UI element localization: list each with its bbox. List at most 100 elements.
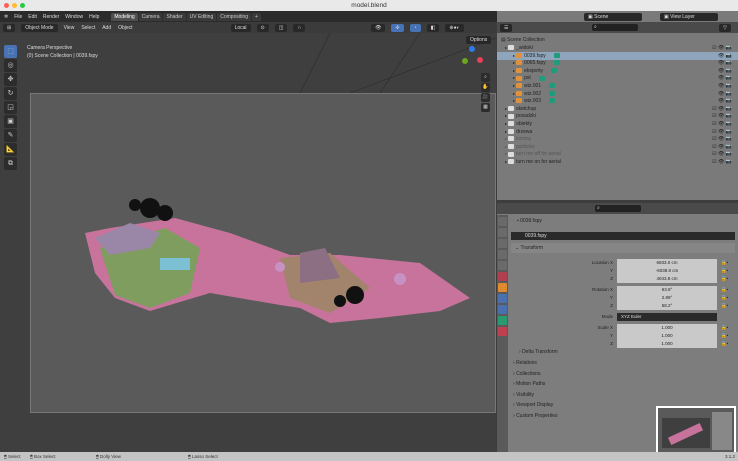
lock-icon[interactable]: 🔓• [721,294,728,302]
gizmo-toggle[interactable]: ✣ [391,23,404,32]
cursor-icon[interactable]: ◎ [4,59,17,72]
visibility-toggles[interactable]: ☑ 👁 📷 [712,158,732,166]
workspace-tab[interactable]: Camera [138,12,163,21]
outliner-item[interactable]: ▸ turn me on for aerial ☑ 👁 📷 [497,158,738,166]
render-tab-icon[interactable] [498,228,507,237]
lock-icon[interactable]: 🔓• [721,286,728,294]
lock-icon[interactable]: 🔓• [721,332,728,340]
output-tab-icon[interactable] [498,239,507,248]
options-dropdown[interactable]: Options [466,36,492,44]
outliner-root[interactable]: ▤ Scene Collection [497,36,738,44]
annotate-icon[interactable]: ✎ [4,129,17,142]
transform-icon[interactable]: ▣ [4,115,17,128]
rotate-icon[interactable]: ↻ [4,87,17,100]
viewport-menu-add[interactable]: Add [102,25,111,31]
xray-toggle[interactable]: ◧ [426,23,440,32]
proportional-edit-toggle[interactable]: ∩ [293,23,306,32]
panel-custom-properties[interactable]: › Custom Properties [513,413,557,419]
physics-tab-icon[interactable] [498,305,507,314]
location-z-field[interactable]: 4043.8 cm [617,275,717,283]
location-x-field[interactable]: 6933.0 cm [617,259,717,267]
object-data-tab-icon[interactable] [498,316,507,325]
blender-logo-icon[interactable]: ✲ [4,14,8,20]
panel-motion-paths[interactable]: › Motion Paths [513,381,545,387]
modifiers-tab-icon[interactable] [498,294,507,303]
pan-hand-icon[interactable]: ✋ [481,83,490,92]
lock-icon[interactable]: 🔓• [721,340,728,348]
measure-icon[interactable]: 📐 [4,143,17,156]
object-name-field[interactable]: 0039.fspy [511,232,735,240]
scene-selector[interactable]: ▣ Scene [584,13,642,21]
lock-icon[interactable]: 🔓• [721,275,728,283]
move-icon[interactable]: ✥ [4,73,17,86]
panel-collections[interactable]: › Collections [513,371,541,377]
workspace-tab[interactable]: Compositing [217,12,252,21]
filter-button[interactable]: ▽ [719,24,731,32]
orientation-dropdown[interactable]: Local [230,23,251,32]
menu-edit[interactable]: Edit [28,14,37,20]
collection-icon [508,151,515,157]
pivot-dropdown[interactable]: ⊙ [256,23,269,32]
menu-help[interactable]: Help [89,14,99,20]
select-box-icon[interactable]: ⬚ [4,45,17,58]
screenshot-thumbnail[interactable] [656,406,736,454]
scene-tab-icon[interactable] [498,261,507,270]
world-tab-icon[interactable] [498,272,507,281]
location-y-label: Y [609,268,613,273]
visibility-dropdown[interactable]: 👁 [371,23,386,32]
editor-type-button[interactable]: ⊞ [3,23,16,32]
workspace-tab[interactable]: Shader [163,12,186,21]
scale-x-field[interactable]: 1.000 [617,324,717,332]
minimize-window-button[interactable] [12,3,17,8]
rotation-z-field[interactable]: 58.2° [617,302,717,310]
rotation-y-field[interactable]: 2.89° [617,294,717,302]
panel-relations[interactable]: › Relations [513,360,537,366]
menu-render[interactable]: Render [43,14,59,20]
maximize-window-button[interactable] [20,3,25,8]
panel-delta-transform[interactable]: › Delta Transform [519,349,558,355]
snap-toggle[interactable]: ◫ [274,23,288,32]
shading-modes[interactable]: ⊕●◐ [445,23,464,32]
lock-icon[interactable]: 🔓• [721,302,728,310]
panel-title: Motion Paths [516,381,546,387]
view-layer-selector[interactable]: ▣ View Layer [660,13,718,21]
3d-viewport[interactable]: Camera Perspective (0) Scene Collection … [0,33,496,452]
collection-icon [508,105,515,111]
display-mode-button[interactable]: ☰ [500,24,513,32]
outliner-search-input[interactable]: ⌕ [592,24,638,31]
viewport-menu-object[interactable]: Object [118,25,132,31]
panel-visibility[interactable]: › Visibility [513,392,534,398]
grid-projection-icon[interactable]: ▦ [481,103,490,112]
viewport-menu-select[interactable]: Select [81,25,95,31]
texture-tab-icon[interactable] [498,327,507,336]
active-object-label: (0) Scene Collection | 0039.fspy [27,53,98,59]
viewport-menu-view[interactable]: View [64,25,75,31]
mode-dropdown[interactable]: Object Mode [21,23,58,32]
object-tab-icon[interactable] [498,283,507,292]
workspace-tab[interactable]: UV Editing [186,12,217,21]
rotation-mode-dropdown[interactable]: XYZ Euler [617,313,717,321]
panel-viewport-display[interactable]: › Viewport Display [513,402,553,408]
scale-y-field[interactable]: 1.000 [617,332,717,340]
camera-view-icon[interactable]: 🎥 [481,93,490,102]
lock-icon[interactable]: 🔓• [721,259,728,267]
zoom-icon[interactable]: ⌕ [481,73,490,82]
workspace-tab[interactable]: Modeling [111,12,138,21]
add-cube-icon[interactable]: ⧉ [4,157,17,170]
lock-icon[interactable]: 🔓• [721,267,728,275]
workspace-tab[interactable]: + [252,12,261,21]
menu-file[interactable]: File [14,14,22,20]
overlay-toggle[interactable]: ◔ [409,23,421,32]
scale-icon[interactable]: ◲ [4,101,17,114]
scale-z-field[interactable]: 1.000 [617,340,717,348]
navigation-gizmo[interactable] [460,46,484,70]
lock-icon[interactable]: 🔓• [721,324,728,332]
location-y-field[interactable]: -6038.8 cm [617,267,717,275]
rotation-x-field[interactable]: 63.8° [617,286,717,294]
transform-panel-header[interactable]: ⌄ Transform [511,243,735,253]
menu-window[interactable]: Window [65,14,83,20]
tool-tab-icon[interactable] [498,217,507,226]
close-window-button[interactable] [4,3,9,8]
properties-search-input[interactable]: ⌕ [595,205,641,212]
view-layer-tab-icon[interactable] [498,250,507,259]
